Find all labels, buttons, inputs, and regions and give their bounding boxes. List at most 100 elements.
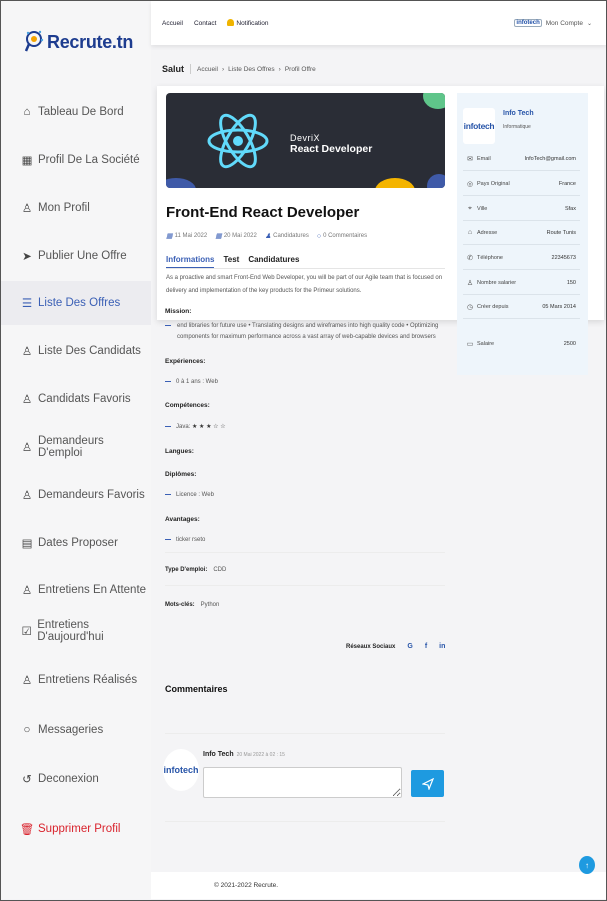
comment-author: Info Tech 20 Mai 2022 à 02 : 15 [203, 751, 285, 758]
sidebar-item-10[interactable]: ♙ Entretiens En Attente [1, 568, 151, 612]
offer-intro: As a proactive and smart Front-End Web D… [166, 275, 443, 294]
divider [463, 269, 580, 270]
footer: © 2021-2022 Recrute. [151, 872, 606, 899]
sidebar-item-13[interactable]: ○ Messageries [1, 708, 151, 752]
company-info-value: 05 Mars 2014 [542, 304, 576, 310]
user-heart-icon: ♙ [21, 490, 33, 502]
company-logo: infotech [463, 108, 495, 144]
sidebar-item-3[interactable]: ➤ Publier Une Offre [1, 234, 151, 278]
company-info-value: France [558, 181, 576, 187]
company-info-row: ✉ Email InfoTech@gmail.com [466, 155, 576, 163]
sidebar-item-15[interactable]: 🗑 Supprimer Profil [1, 807, 151, 851]
user-search-icon: ♙ [21, 442, 33, 454]
company-info-value: 22345673 [551, 255, 576, 261]
scroll-top-button[interactable]: ↑ [579, 856, 595, 874]
sidebar-item-label: Publier Une Offre [38, 250, 127, 262]
sidebar-item-label: Demandeurs Favoris [38, 489, 145, 501]
user-check-icon: ♙ [21, 675, 33, 687]
chat-icon: ○ [23, 724, 31, 736]
breadcrumb: Salut Accueil › Liste Des Offres › Profi… [162, 64, 316, 74]
nav-link-notification[interactable]: Notification [227, 19, 269, 27]
breadcrumb-item-offres[interactable]: Liste Des Offres [228, 66, 274, 73]
google-icon[interactable]: G [407, 643, 412, 650]
sidebar-item-label: Entretiens Réalisés [38, 674, 138, 686]
sidebar-item-4[interactable]: ☰ Liste Des Offres [1, 281, 151, 325]
company-info-label: Nombre salarier [477, 280, 517, 286]
magnifier-logo-icon [24, 29, 45, 55]
sidebar-item-6[interactable]: ♙ Candidats Favoris [1, 377, 151, 421]
company-info-label: Créer depuis [477, 304, 509, 310]
company-info-label: Ville [477, 206, 488, 212]
sidebar-item-9[interactable]: ▤ Dates Proposer [1, 521, 151, 565]
linkedin-icon[interactable]: in [439, 643, 445, 650]
divider [463, 220, 580, 221]
tab-test[interactable]: Test [223, 255, 239, 269]
sidebar: Recrute.tn ⌂ Tableau De Bord ▦ Profil De La… [1, 1, 151, 899]
tab-informations[interactable]: Informations [166, 255, 215, 269]
company-name[interactable]: Info Tech [503, 110, 534, 117]
list-icon: ☰ [21, 298, 33, 310]
send-comment-button[interactable] [411, 770, 444, 797]
footer-text: © 2021-2022 Recrute. [214, 882, 279, 889]
banner-company: DevriX [290, 133, 321, 143]
logout-icon: ↺ [22, 774, 32, 786]
map-pin-icon: ⌖ [468, 205, 472, 212]
mission-label: Mission: [165, 308, 192, 315]
notification-label: Notification [236, 20, 269, 27]
sidebar-item-11[interactable]: ☑ Entretiens D'aujourd'hui [1, 609, 151, 653]
account-avatar: infotech [514, 19, 542, 27]
breadcrumb-separator: › [278, 65, 281, 73]
facebook-icon[interactable]: f [425, 643, 427, 650]
topbar: Accueil Contact Notification infotech Mo… [151, 1, 606, 45]
company-info-row: ◷ Créer depuis 05 Mars 2014 [466, 303, 576, 311]
socials-label: Réseaux Sociaux [346, 643, 396, 650]
divider [165, 585, 445, 586]
offer-tabs: Informations Test Candidatures [166, 255, 308, 269]
sidebar-item-8[interactable]: ♙ Demandeurs Favoris [1, 473, 151, 517]
comment-icon: ○ [316, 232, 322, 240]
account-label: Mon Compte [545, 19, 583, 27]
divider [165, 733, 445, 734]
divider [463, 244, 580, 245]
breadcrumb-item-accueil[interactable]: Accueil [197, 66, 218, 73]
divider [165, 821, 445, 822]
nav-link-contact[interactable]: Contact [194, 20, 216, 27]
sidebar-item-label: Messageries [38, 724, 104, 736]
sidebar-item-label: Demandeurs D'emploi [37, 435, 104, 459]
phone-icon: ✆ [467, 255, 473, 262]
greeting: Salut [162, 64, 192, 74]
avantages-item: ticker rseto [165, 534, 205, 546]
diplomes-item: Licence : Web [165, 489, 214, 501]
company-info-row: ♙ Nombre salarier 150 [466, 279, 576, 287]
sidebar-item-label: Entretiens D'aujourd'hui [37, 619, 104, 643]
rating-stars: ★ ★ ★ ☆ ☆ [192, 424, 226, 430]
company-info-row: ⌂ Adresse Route Tunis [466, 229, 576, 236]
sidebar-item-5[interactable]: ♙ Liste Des Candidats [1, 329, 151, 373]
company-info-value: 2500 [563, 341, 576, 347]
company-info-row: ▭ Salaire 2500 [466, 340, 576, 348]
company-info-value: InfoTech@gmail.com [524, 156, 576, 162]
sidebar-item-1[interactable]: ▦ Profil De La Société [1, 138, 151, 182]
brand-logo[interactable]: Recrute.tn [24, 29, 133, 55]
meta-candidatures[interactable]: ♟ Candidatures [265, 232, 309, 240]
company-info-value: Sfax [564, 206, 576, 212]
tab-candidatures[interactable]: Candidatures [248, 255, 299, 269]
sidebar-item-7[interactable]: ♙ Demandeurs D'emploi [1, 425, 151, 469]
account-menu[interactable]: infotech Mon Compte ⌄ [514, 19, 592, 27]
company-info-label: Téléphone [477, 255, 503, 261]
keywords: Mots-clés: Python [165, 602, 220, 608]
type-emploi: Type D'emploi: CDD [165, 567, 227, 573]
meta-comments[interactable]: ○ 0 Commentaires [317, 232, 367, 240]
sidebar-item-14[interactable]: ↺ Deconexion [1, 757, 151, 801]
sidebar-item-2[interactable]: ♙ Mon Profil [1, 186, 151, 230]
job-meta: ▦ 11 Mai 2022 ▦ 20 Mai 2022 ♟ Candidatures … [166, 232, 375, 241]
bell-icon [227, 19, 235, 26]
sidebar-item-label: Mon Profil [38, 202, 90, 214]
divider [463, 294, 580, 295]
comment-input[interactable] [203, 767, 402, 798]
sidebar-item-0[interactable]: ⌂ Tableau De Bord [1, 90, 151, 134]
nav-link-accueil[interactable]: Accueil [162, 20, 183, 27]
money-icon: ▭ [466, 341, 474, 348]
sidebar-item-12[interactable]: ♙ Entretiens Réalisés [1, 658, 151, 702]
breadcrumb-item-current: Profil Offre [284, 65, 316, 73]
